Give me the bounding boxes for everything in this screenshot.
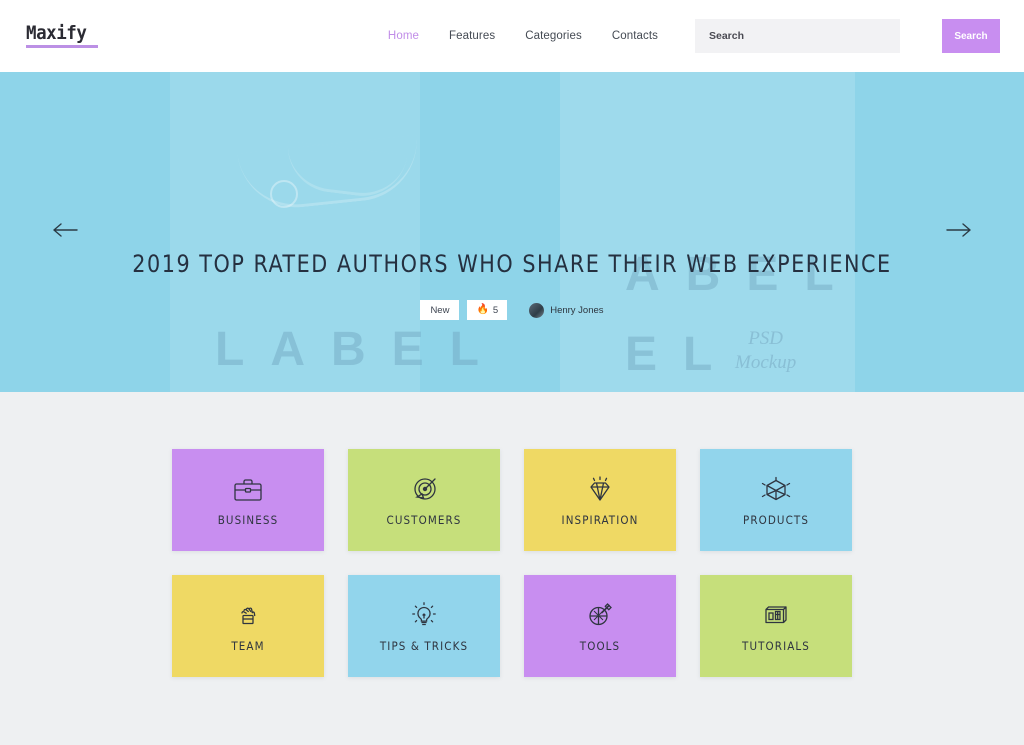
nav-item-categories[interactable]: Categories (510, 24, 597, 48)
compass-icon (585, 599, 615, 633)
tag-eyelet (270, 180, 298, 208)
category-grid: Business Customers (172, 449, 852, 677)
category-section: Business Customers (0, 392, 1024, 677)
cube-icon (761, 473, 791, 507)
search-input[interactable] (695, 19, 900, 53)
bg-word-label-left: LABEL (215, 323, 505, 376)
category-label-inspiration: Inspiration (561, 513, 639, 527)
briefcase-icon (233, 473, 263, 507)
hero-next-button[interactable] (942, 215, 976, 249)
hero-slider: LABEL EL ABEL EL TAG PSD Mockup PSD Mock… (0, 72, 1024, 392)
category-tile-customers[interactable]: Customers (348, 449, 500, 551)
category-label-tutorials: Tutorials (742, 639, 810, 653)
likes-count: 5 (492, 304, 499, 316)
psd-caption-line2-right: Mockup (735, 351, 797, 373)
blueprint-icon (761, 599, 791, 633)
hero-prev-button[interactable] (48, 215, 82, 249)
category-tile-products[interactable]: Products (700, 449, 852, 551)
hero-author[interactable]: Henry Jones (529, 302, 604, 318)
lightbulb-icon (409, 599, 439, 633)
category-tile-business[interactable]: Business (172, 449, 324, 551)
bg-word-el-right: EL (625, 328, 739, 381)
hands-icon (233, 599, 263, 633)
target-icon (409, 473, 439, 507)
nav-item-home[interactable]: Home (373, 24, 434, 48)
left-arrow-icon (52, 222, 78, 243)
psd-mockup-caption-right: PSD Mockup (735, 327, 796, 375)
category-tile-tips-tricks[interactable]: Tips & Tricks (348, 575, 500, 677)
badge-new[interactable]: New (420, 300, 460, 320)
avatar (529, 302, 545, 318)
diamond-icon (585, 473, 615, 507)
right-arrow-icon (946, 222, 972, 243)
category-label-tools: Tools (579, 639, 621, 653)
site-logo[interactable]: Maxify (26, 22, 98, 48)
main-navigation: Home Features Categories Contacts Search (373, 19, 1000, 53)
hero-meta: New 🔥 5 Henry Jones (0, 300, 1024, 320)
category-tile-inspiration[interactable]: Inspiration (524, 449, 676, 551)
badge-likes[interactable]: 🔥 5 (467, 300, 508, 320)
category-label-team: Team (231, 639, 265, 653)
logo-underline (26, 45, 98, 48)
logo-text: Maxify (26, 22, 87, 44)
psd-caption-line1-right: PSD (748, 328, 784, 349)
author-name: Henry Jones (550, 304, 604, 316)
nav-item-contacts[interactable]: Contacts (597, 24, 673, 48)
search-area: Search (695, 19, 1000, 53)
category-label-customers: Customers (386, 513, 462, 527)
search-button[interactable]: Search (942, 19, 1000, 53)
hero-title: 2019 Top Rated Authors Who Share Their W… (132, 250, 892, 278)
site-header: Maxify Home Features Categories Contacts… (0, 0, 1024, 72)
flame-icon: 🔥 (476, 304, 489, 315)
hero-content: 2019 Top Rated Authors Who Share Their W… (0, 250, 1024, 320)
category-tile-team[interactable]: Team (172, 575, 324, 677)
nav-item-features[interactable]: Features (434, 24, 510, 48)
category-label-tips-tricks: Tips & Tricks (379, 639, 469, 653)
category-label-business: Business (217, 513, 279, 527)
category-tile-tools[interactable]: Tools (524, 575, 676, 677)
category-tile-tutorials[interactable]: Tutorials (700, 575, 852, 677)
category-label-products: Products (742, 513, 810, 527)
